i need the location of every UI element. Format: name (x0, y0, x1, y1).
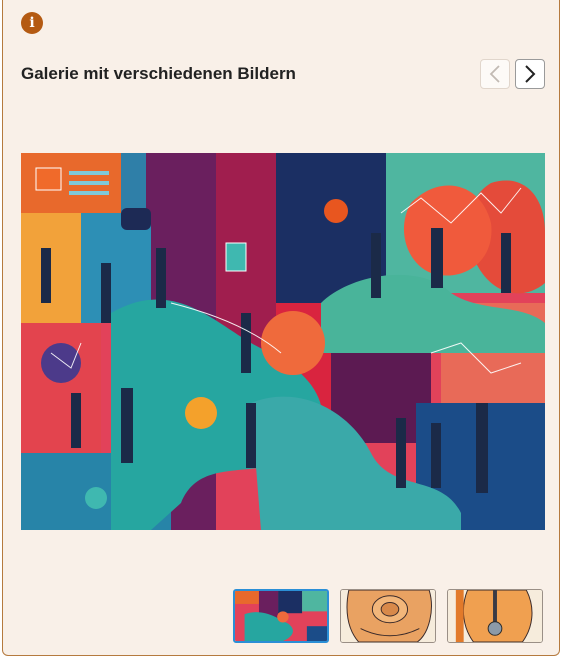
thumbnail-3[interactable] (447, 589, 543, 643)
thumbnail-1[interactable] (233, 589, 329, 643)
chevron-left-icon (489, 65, 500, 83)
previous-button[interactable] (480, 59, 510, 89)
chevron-right-icon (525, 65, 536, 83)
next-button[interactable] (515, 59, 545, 89)
gallery-card: i Galerie mit verschiedenen Bildern (2, 0, 560, 656)
thumbnail-2[interactable] (340, 589, 436, 643)
info-icon[interactable]: i (21, 12, 43, 34)
gallery-title: Galerie mit verschiedenen Bildern (21, 64, 296, 83)
thumbnail-strip (233, 589, 543, 643)
main-gallery-image (21, 153, 545, 530)
